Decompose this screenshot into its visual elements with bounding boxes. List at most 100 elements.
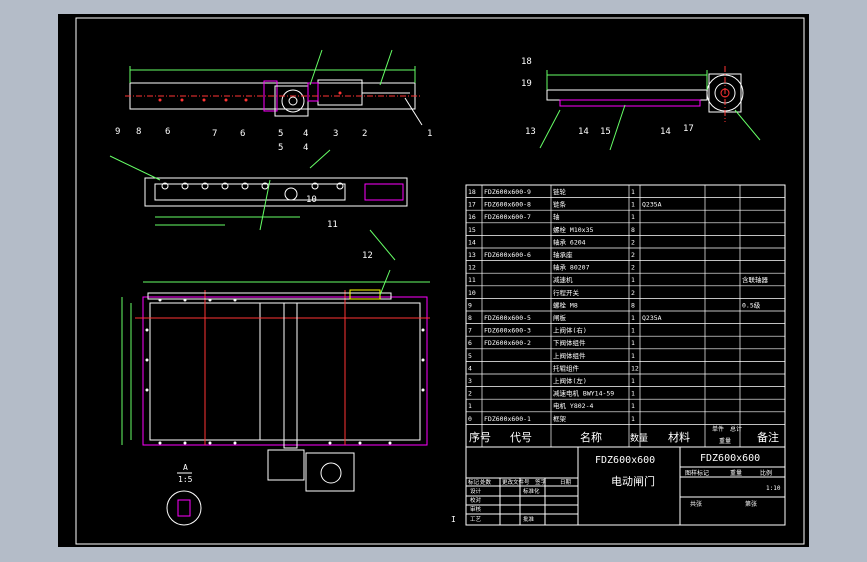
bom-header-code: 代号 xyxy=(510,431,532,444)
sign-label: 日期 xyxy=(560,479,572,486)
balloon: 14 xyxy=(578,127,589,137)
bom-cell-name: 减速电机 BWY14-59 xyxy=(553,389,614,398)
bom-cell-no: 7 xyxy=(468,327,472,335)
bolt xyxy=(145,388,149,392)
bolt xyxy=(208,441,212,445)
bom-cell-name: 行程开关 xyxy=(553,288,580,297)
scale-value: 1:10 xyxy=(766,485,781,492)
bom-cell-name: 减速机 xyxy=(553,275,573,284)
bom-cell-name: 链条 xyxy=(553,200,567,209)
balloon: 5 xyxy=(278,129,283,139)
bom-cell-qty: 2 xyxy=(631,251,635,259)
bom-cell-qty: 2 xyxy=(631,289,635,297)
bom-cell-no: 9 xyxy=(468,301,472,309)
hole xyxy=(202,98,206,102)
hole xyxy=(224,98,228,102)
sign-label: 校对 xyxy=(470,496,482,504)
bom-header-total: 总计 xyxy=(730,425,742,433)
bolt xyxy=(421,328,425,332)
bom-cell-no: 10 xyxy=(468,289,476,297)
balloon: 9 xyxy=(115,127,120,137)
hole xyxy=(180,98,184,102)
bolt xyxy=(421,358,425,362)
weight-label: 重量 xyxy=(730,469,742,477)
bom-cell-qty: 1 xyxy=(631,201,635,209)
bom-cell-no: 14 xyxy=(468,238,476,246)
bom-cell-qty: 1 xyxy=(631,390,635,398)
bom-header-weight: 重量 xyxy=(719,437,731,445)
bom-cell-name: 电机 Y802-4 xyxy=(553,401,593,410)
bom-cell-qty: 1 xyxy=(631,352,635,360)
sign-label: 工艺 xyxy=(470,516,482,523)
bolt xyxy=(421,388,425,392)
bom-cell-no: 16 xyxy=(468,213,476,221)
bom-cell-name: 下阀体组件 xyxy=(553,338,586,347)
bom-cell-code: FDZ600x600-9 xyxy=(484,188,531,196)
balloon: 3 xyxy=(333,129,338,139)
section-mark: I xyxy=(451,515,456,524)
detail-scale: 1:5 xyxy=(178,475,193,484)
bom-cell-name: 轴承 6204 xyxy=(553,237,586,246)
bom-cell-qty: 1 xyxy=(631,327,635,335)
bom-cell-note: 0.5级 xyxy=(742,300,761,309)
hole xyxy=(158,98,162,102)
bolt xyxy=(233,441,237,445)
bom-cell-no: 3 xyxy=(468,377,472,385)
balloon: 17 xyxy=(683,124,694,134)
bom-cell-no: 17 xyxy=(468,201,476,209)
sign-label: 签字 xyxy=(535,478,547,486)
bom-cell-name: 螺栓 M10x35 xyxy=(553,225,593,234)
balloon: 18 xyxy=(521,57,532,67)
bom-cell-name: 上阀体组件 xyxy=(553,351,586,360)
bom-cell-no: 11 xyxy=(468,276,476,284)
bom-cell-qty: 1 xyxy=(631,402,635,410)
bom-cell-name: 上阀体(左) xyxy=(553,376,587,385)
bolt xyxy=(328,441,332,445)
bom-cell-qty: 12 xyxy=(631,364,639,372)
balloon: 12 xyxy=(362,251,373,261)
bom-cell-no: 8 xyxy=(468,314,472,322)
balloon: 4 xyxy=(303,143,308,153)
bom-header-unit: 单件 xyxy=(712,425,724,433)
balloon: 11 xyxy=(327,220,338,230)
balloon: 14 xyxy=(660,127,671,137)
cad-drawing-sheet: 1 2 3 4 5 9 8 6 7 6 5 4 10 11 18 19 13 1… xyxy=(58,14,809,547)
bolt xyxy=(358,441,362,445)
bom-cell-qty: 8 xyxy=(631,301,635,309)
bom-cell-code: FDZ600x600-1 xyxy=(484,415,531,423)
bom-cell-no: 5 xyxy=(468,352,472,360)
sheet-no: 第张 xyxy=(745,500,757,508)
bom-cell-code: FDZ600x600-8 xyxy=(484,201,531,209)
sign-label: 标准化 xyxy=(523,487,540,495)
bom-header-note: 备注 xyxy=(757,430,779,444)
balloon: 6 xyxy=(240,129,245,139)
sign-label: 更改文件号 xyxy=(502,478,530,486)
hole xyxy=(338,91,342,95)
bom-cell-code: FDZ600x600-6 xyxy=(484,251,531,259)
bom-cell-name: 闸板 xyxy=(553,313,567,322)
stage-label: 图样标记 xyxy=(685,469,709,477)
bom-cell-qty: 8 xyxy=(631,226,635,234)
bom-cell-qty: 1 xyxy=(631,276,635,284)
bolt xyxy=(183,441,187,445)
bolt xyxy=(233,298,237,302)
bom-cell-no: 12 xyxy=(468,264,476,272)
bom-cell-qty: 1 xyxy=(631,377,635,385)
bolt xyxy=(388,441,392,445)
sign-label: 审核 xyxy=(470,505,482,513)
bom-cell-mat: Q235A xyxy=(642,314,662,322)
scale-label: 比例 xyxy=(760,469,772,477)
bom-cell-qty: 1 xyxy=(631,314,635,322)
bom-cell-no: 6 xyxy=(468,339,472,347)
bom-cell-mat: Q235A xyxy=(642,201,662,209)
balloon: 2 xyxy=(362,129,367,139)
bolt xyxy=(145,328,149,332)
bom-cell-name: 螺栓 M8 xyxy=(553,300,578,309)
sign-label: 设计 xyxy=(470,487,482,495)
bom-cell-no: 0 xyxy=(468,415,472,423)
drawing-name: 电动闸门 xyxy=(611,474,655,488)
bom-cell-name: 轴承座 xyxy=(553,250,573,259)
bom-cell-no: 15 xyxy=(468,226,476,234)
bolt xyxy=(183,298,187,302)
bom-header-qty: 数量 xyxy=(630,432,648,444)
